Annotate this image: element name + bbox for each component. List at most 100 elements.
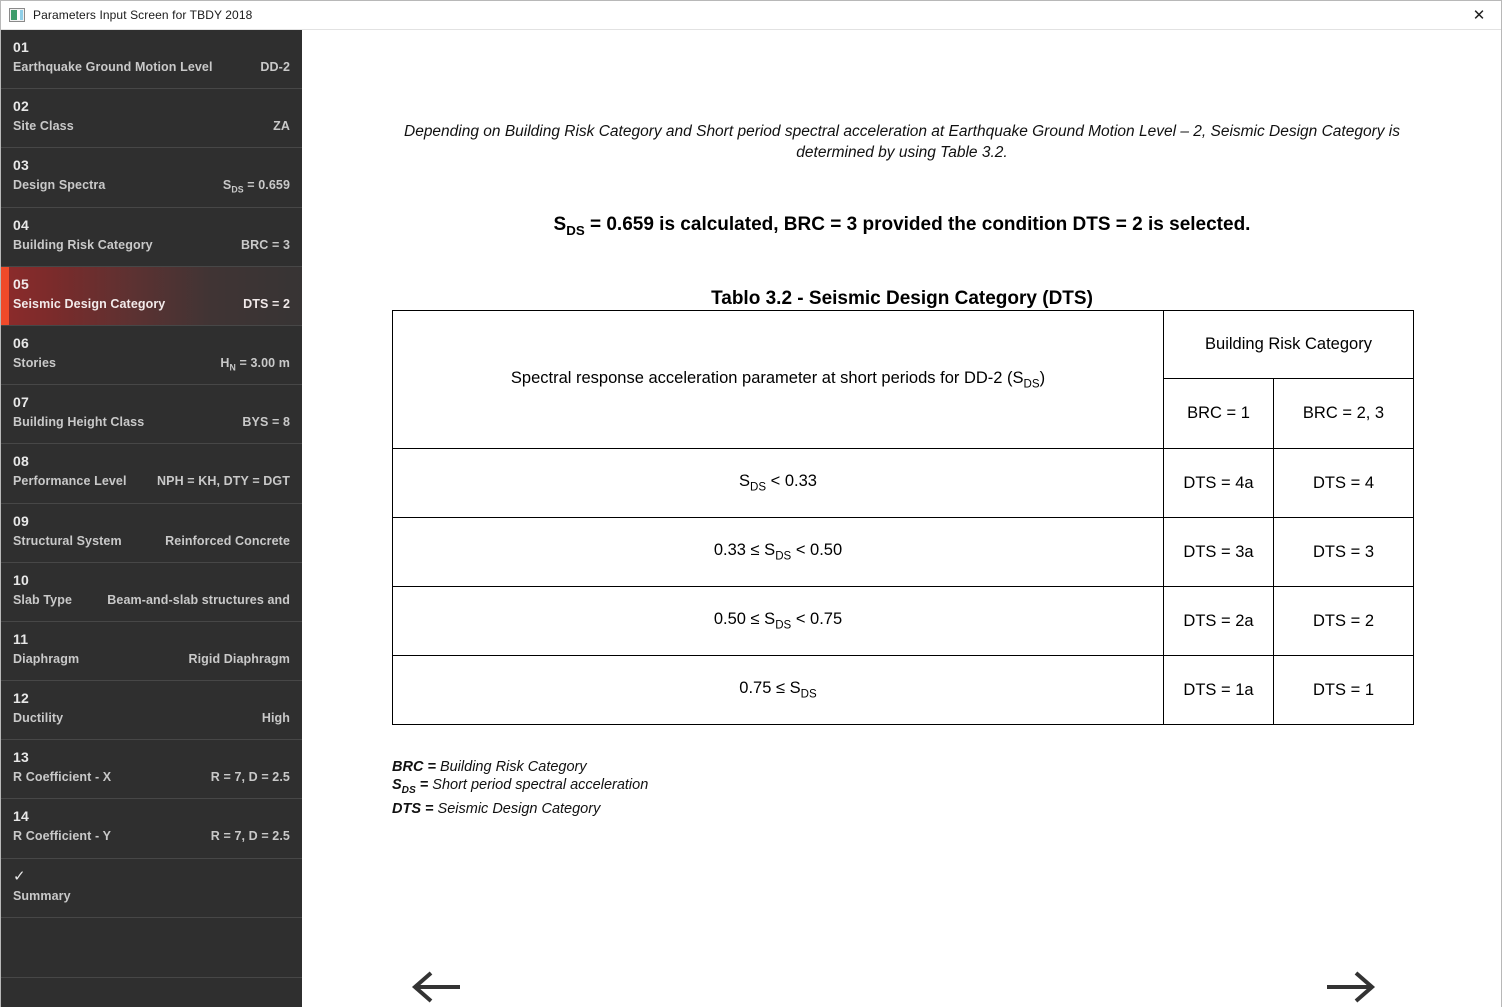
next-button[interactable] <box>1316 962 1386 1007</box>
sidebar-item-slab-type[interactable]: 10 Slab Type Beam-and-slab structures and <box>1 563 302 622</box>
sidebar-item-number: 05 <box>13 275 29 292</box>
table-row: SDS < 0.33 DTS = 4a DTS = 4 <box>392 448 1415 518</box>
cell-sds-range: 0.33 ≤ SDS < 0.50 <box>392 517 1164 587</box>
intro-paragraph: Depending on Building Risk Category and … <box>404 123 1400 161</box>
legend-value: Short period spectral acceleration <box>428 777 649 793</box>
sidebar-item-value: R = 7, D = 2.5 <box>210 829 290 844</box>
cell-brc23-value: DTS = 4 <box>1272 448 1415 518</box>
sidebar-item-number: 12 <box>13 690 29 707</box>
sidebar-item-ductility[interactable]: 12 Ductility High <box>1 681 302 741</box>
window-title: Parameters Input Screen for TBDY 2018 <box>33 8 253 22</box>
sidebar-item-label: R Coefficient - X <box>13 770 112 785</box>
sidebar-item-number: 06 <box>13 334 29 351</box>
sidebar-item-label: Seismic Design Category <box>13 296 166 311</box>
sidebar-item-performance-level[interactable]: 08 Performance Level NPH = KH, DTY = DGT <box>1 444 302 504</box>
sidebar-item-value: ZA <box>273 119 290 134</box>
sidebar-item-row: Structural System Reinforced Concrete <box>13 534 290 548</box>
cell-brc1-value: DTS = 1a <box>1163 655 1274 725</box>
cell-brc23-value: DTS = 2 <box>1272 586 1415 656</box>
sidebar-item-label: Building Risk Category <box>13 237 153 252</box>
sidebar-item-number: 08 <box>13 453 29 470</box>
sidebar-item-label: Slab Type <box>13 592 73 607</box>
cell-sds-range: 0.50 ≤ SDS < 0.75 <box>392 586 1164 656</box>
sidebar-item-summary[interactable]: ✓ Summary <box>1 859 302 918</box>
sidebar-item-label: Earthquake Ground Motion Level <box>13 60 213 74</box>
cell-brc23-value: DTS = 1 <box>1272 655 1415 725</box>
sidebar-item-value: DTS = 2 <box>243 296 290 311</box>
sidebar-item-value: High <box>261 711 290 726</box>
legend-value: Building Risk Category <box>435 759 587 775</box>
sidebar-item-row: Design Spectra SDS = 0.659 <box>13 178 290 195</box>
sidebar-item-row: R Coefficient - Y R = 7, D = 2.5 <box>13 829 290 843</box>
sidebar-item-row: Seismic Design Category DTS = 2 <box>13 297 290 311</box>
table-title: Tablo 3.2 - Seismic Design Category (DTS… <box>711 288 1093 309</box>
legend-item: BRC = Building Risk Category <box>392 758 648 776</box>
sidebar-item-label: R Coefficient - Y <box>13 829 112 844</box>
sidebar-item-diaphragm[interactable]: 11 Diaphragm Rigid Diaphragm <box>1 622 302 682</box>
cell-brc1-value: DTS = 2a <box>1163 586 1274 656</box>
sidebar-item-seismic-design-category[interactable]: 05 Seismic Design Category DTS = 2 <box>1 266 302 326</box>
sidebar-item-value: Rigid Diaphragm <box>188 651 290 666</box>
legend: BRC = Building Risk Category SDS = Short … <box>392 758 648 818</box>
sidebar-item-value: Beam-and-slab structures and <box>107 592 290 607</box>
sidebar-item-number: 10 <box>13 571 29 588</box>
sidebar-item-structural-system[interactable]: 09 Structural System Reinforced Concrete <box>1 504 302 563</box>
sidebar-item-row: Building Risk Category BRC = 3 <box>13 238 290 252</box>
legend-key: BRC = <box>392 759 436 775</box>
sidebar-item-row: R Coefficient - X R = 7, D = 2.5 <box>13 770 290 784</box>
close-icon[interactable]: ✕ <box>1457 1 1501 29</box>
sidebar-item-value: Reinforced Concrete <box>165 533 290 548</box>
sidebar-item-label: Ductility <box>13 711 64 726</box>
sidebar-item-label: Structural System <box>13 533 122 548</box>
sidebar-item-label: Site Class <box>13 119 74 134</box>
table-row: 0.50 ≤ SDS < 0.75 DTS = 2a DTS = 2 <box>392 586 1415 656</box>
sidebar-item-number: 04 <box>13 216 29 233</box>
sidebar-item-r-coefficient-y[interactable]: 14 R Coefficient - Y R = 7, D = 2.5 <box>1 799 302 859</box>
sidebar-item-number: 14 <box>13 808 29 825</box>
sidebar-item-number: 11 <box>13 630 29 647</box>
sidebar-item-value: R = 7, D = 2.5 <box>210 770 290 785</box>
sidebar-item-value: NPH = KH, DTY = DGT <box>157 474 290 489</box>
sidebar-item-row: Building Height Class BYS = 8 <box>13 415 290 429</box>
sidebar-item-earthquake-ground-motion-level[interactable]: 01 Earthquake Ground Motion Level DD-2 <box>1 30 302 90</box>
sidebar-item-row: Performance Level NPH = KH, DTY = DGT <box>13 474 290 488</box>
sidebar-item-site-class[interactable]: 02 Site Class ZA <box>1 89 302 149</box>
sidebar-item-row: Stories HN = 3.00 m <box>13 356 290 373</box>
sidebar-item-r-coefficient-x[interactable]: 13 R Coefficient - X R = 7, D = 2.5 <box>1 740 302 800</box>
sidebar-item-label: Building Height Class <box>13 415 145 430</box>
cell-brc23-value: DTS = 3 <box>1272 517 1415 587</box>
header-brc-23: BRC = 2, 3 <box>1272 378 1415 449</box>
sidebar-item-building-risk-category[interactable]: 04 Building Risk Category BRC = 3 <box>1 208 302 267</box>
sidebar-item-value: DD-2 <box>260 60 290 74</box>
calculation-statement: SDS = 0.659 is calculated, BRC = 3 provi… <box>553 214 1251 238</box>
sidebar-item-stories[interactable]: 06 Stories HN = 3.00 m <box>1 326 302 386</box>
sidebar-item-label: Stories <box>13 355 57 370</box>
sidebar-item-number: 09 <box>13 512 29 529</box>
sidebar-item-label: Performance Level <box>13 474 127 489</box>
legend-key: SDS = <box>392 777 429 796</box>
title-bar: Parameters Input Screen for TBDY 2018 ✕ <box>1 1 1501 30</box>
cell-brc1-value: DTS = 3a <box>1163 517 1274 587</box>
table-header: Spectral response acceleration parameter… <box>392 310 1415 449</box>
previous-button[interactable] <box>401 962 471 1007</box>
legend-key: DTS = <box>392 800 434 817</box>
sidebar-item-building-height-class[interactable]: 07 Building Height Class BYS = 8 <box>1 385 302 445</box>
header-spectral-description: Spectral response acceleration parameter… <box>392 310 1164 449</box>
sidebar: 01 Earthquake Ground Motion Level DD-2 02 Si… <box>1 30 302 1007</box>
legend-item: SDS = Short period spectral acceleration <box>392 776 648 800</box>
table-body: SDS < 0.33 DTS = 4a DTS = 4 0.33 ≤ SDS < 0.… <box>392 448 1415 725</box>
sidebar-item-row: Ductility High <box>13 711 290 725</box>
cell-sds-range: 0.75 ≤ SDS <box>392 655 1164 725</box>
sidebar-item-value: BRC = 3 <box>241 237 290 252</box>
sidebar-item-number: 13 <box>13 749 29 766</box>
app-window-icon <box>9 8 25 22</box>
table-row: 0.33 ≤ SDS < 0.50 DTS = 3a DTS = 3 <box>392 517 1415 587</box>
sidebar-filler <box>1 918 302 978</box>
header-brc-1: BRC = 1 <box>1163 378 1274 449</box>
cell-brc1-value: DTS = 4a <box>1163 448 1274 518</box>
seismic-design-category-table: Spectral response acceleration parameter… <box>392 310 1415 725</box>
sidebar-item-row: Slab Type Beam-and-slab structures and <box>13 593 290 607</box>
sidebar-item-row: Summary <box>13 889 290 903</box>
sidebar-item-value: SDS = 0.659 <box>222 178 290 195</box>
sidebar-item-design-spectra[interactable]: 03 Design Spectra SDS = 0.659 <box>1 148 302 208</box>
